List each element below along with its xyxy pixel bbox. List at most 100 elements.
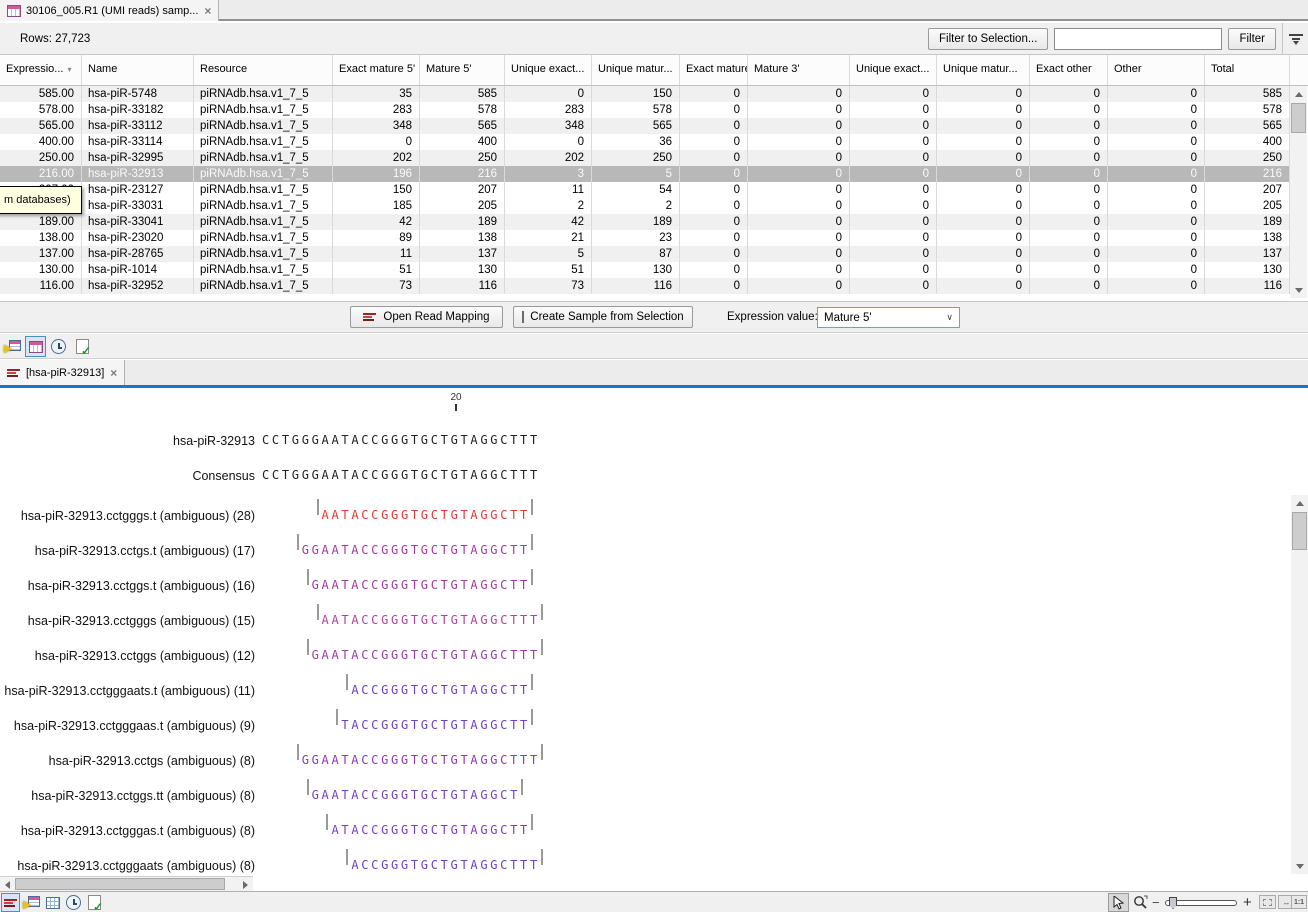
table-view-icon[interactable] xyxy=(43,893,62,912)
table-row[interactable]: 205.00hsa-piR-33031piRNAdb.hsa.v1_7_5185… xyxy=(0,198,1290,214)
table-row[interactable]: 189.00hsa-piR-33041piRNAdb.hsa.v1_7_5421… xyxy=(0,214,1290,230)
filter-input[interactable] xyxy=(1054,28,1222,50)
zoom-in-button[interactable]: + xyxy=(1243,894,1252,911)
scrollbar-thumb[interactable] xyxy=(15,878,225,890)
table-row[interactable]: 207.00hsa-piR-23127piRNAdb.hsa.v1_7_5150… xyxy=(0,182,1290,198)
table-row[interactable]: 400.00hsa-piR-33114piRNAdb.hsa.v1_7_5040… xyxy=(0,134,1290,150)
column-header[interactable]: Mature 5' xyxy=(420,55,505,85)
read-end-marker xyxy=(531,499,533,515)
table-row[interactable]: 138.00hsa-piR-23020piRNAdb.hsa.v1_7_5891… xyxy=(0,230,1290,246)
export-table-icon[interactable] xyxy=(22,893,41,912)
one-to-one-button[interactable]: 1:1 xyxy=(1291,895,1307,909)
read-row[interactable]: hsa-piR-32913.cctgggs.t (ambiguous) (28)… xyxy=(0,508,1290,524)
read-row[interactable]: hsa-piR-32913.cctgggaats.t (ambiguous) (… xyxy=(0,683,1290,699)
table-cell: 565 xyxy=(592,118,680,134)
scroll-left-icon[interactable] xyxy=(0,877,15,891)
create-sample-button[interactable]: Create Sample from Selection xyxy=(513,306,693,328)
table-view-icon[interactable] xyxy=(25,336,46,357)
open-read-mapping-button[interactable]: Open Read Mapping xyxy=(350,306,503,328)
close-icon[interactable]: × xyxy=(110,367,117,379)
table-cell: hsa-piR-33031 xyxy=(82,198,194,214)
scrollbar-thumb[interactable] xyxy=(1291,103,1306,133)
read-start-marker xyxy=(346,849,348,865)
column-header[interactable]: Name xyxy=(82,55,194,85)
table-row[interactable]: 130.00hsa-piR-1014piRNAdb.hsa.v1_7_55113… xyxy=(0,262,1290,278)
table-cell: piRNAdb.hsa.v1_7_5 xyxy=(194,134,333,150)
scroll-down-icon[interactable] xyxy=(1290,282,1307,298)
column-header[interactable]: Unique matur... xyxy=(937,55,1030,85)
close-icon[interactable]: × xyxy=(204,5,211,17)
read-row[interactable]: hsa-piR-32913.cctggs.tt (ambiguous) (8)G… xyxy=(0,788,1290,804)
read-row[interactable]: hsa-piR-32913.cctgs.t (ambiguous) (17)GG… xyxy=(0,543,1290,559)
table-vertical-scrollbar[interactable] xyxy=(1290,86,1307,298)
reference-row[interactable]: hsa-piR-32913 CCTGGGAATACCGGGTGCTGTAGGCT… xyxy=(0,433,1290,449)
table-cell: piRNAdb.hsa.v1_7_5 xyxy=(194,102,333,118)
expression-value-dropdown[interactable]: Mature 5' ∨ xyxy=(817,307,960,328)
column-header[interactable]: Mature 3' xyxy=(748,55,850,85)
column-header[interactable]: Unique exact... xyxy=(505,55,592,85)
table-cell: 51 xyxy=(333,262,420,278)
scroll-right-icon[interactable] xyxy=(238,877,253,891)
column-header[interactable]: Unique matur... xyxy=(592,55,680,85)
table-cell: 0 xyxy=(937,118,1030,134)
column-header[interactable]: Other xyxy=(1108,55,1205,85)
history-icon[interactable] xyxy=(48,336,69,357)
expression-table: 585.00hsa-piR-5748piRNAdb.hsa.v1_7_53558… xyxy=(0,86,1290,294)
scroll-up-icon[interactable] xyxy=(1291,495,1308,511)
read-row[interactable]: hsa-piR-32913.cctggs (ambiguous) (12)GAA… xyxy=(0,648,1290,664)
history-icon[interactable] xyxy=(64,893,83,912)
column-header[interactable]: Total xyxy=(1205,55,1290,85)
pointer-tool-button[interactable] xyxy=(1108,893,1129,912)
column-header[interactable]: Expressio...▾ xyxy=(0,55,82,85)
scrollbar-thumb[interactable] xyxy=(1292,512,1307,550)
read-row[interactable]: hsa-piR-32913.cctgggs (ambiguous) (15)AA… xyxy=(0,613,1290,629)
ruler-position-label: 20 xyxy=(443,392,469,403)
labels-horizontal-scrollbar[interactable] xyxy=(0,876,253,891)
read-row[interactable]: hsa-piR-32913.cctggs.t (ambiguous) (16)G… xyxy=(0,578,1290,594)
zoom-out-button[interactable]: − xyxy=(1152,895,1160,910)
column-header[interactable]: Exact other xyxy=(1030,55,1108,85)
reads-vertical-scrollbar[interactable] xyxy=(1291,495,1308,874)
filter-button[interactable]: Filter xyxy=(1228,28,1276,50)
table-row[interactable]: 578.00hsa-piR-33182piRNAdb.hsa.v1_7_5283… xyxy=(0,102,1290,118)
table-row[interactable]: 137.00hsa-piR-28765piRNAdb.hsa.v1_7_5111… xyxy=(0,246,1290,262)
element-info-icon[interactable]: ✓ xyxy=(85,893,104,912)
table-cell: 0 xyxy=(937,102,1030,118)
consensus-row[interactable]: Consensus CCTGGGAATACCGGGTGCTGTAGGCTTT xyxy=(0,468,1290,484)
table-cell: 250 xyxy=(1205,150,1290,166)
read-row[interactable]: hsa-piR-32913.cctgggaats (ambiguous) (8)… xyxy=(0,858,1290,874)
column-header[interactable]: Exact mature 3' xyxy=(680,55,748,85)
read-end-marker xyxy=(541,604,543,620)
read-row[interactable]: hsa-piR-32913.cctgs (ambiguous) (8)GGAAT… xyxy=(0,753,1290,769)
zoom-tool-button[interactable] xyxy=(1131,893,1150,912)
zoom-slider[interactable] xyxy=(1165,900,1237,906)
read-start-marker xyxy=(336,709,338,725)
element-info-icon[interactable]: ✓ xyxy=(72,336,93,357)
table-row[interactable]: 565.00hsa-piR-33112piRNAdb.hsa.v1_7_5348… xyxy=(0,118,1290,134)
table-cell: 400 xyxy=(420,134,505,150)
read-row[interactable]: hsa-piR-32913.cctgggas.t (ambiguous) (8)… xyxy=(0,823,1290,839)
table-cell: 0 xyxy=(937,214,1030,230)
zoom-slider-thumb[interactable] xyxy=(1169,897,1177,909)
table-row[interactable]: 250.00hsa-piR-32995piRNAdb.hsa.v1_7_5202… xyxy=(0,150,1290,166)
filter-to-selection-button[interactable]: Filter to Selection... xyxy=(928,28,1048,50)
table-cell: 250 xyxy=(592,150,680,166)
read-sequence: GAATACCGGGTGCTGTAGGCT xyxy=(312,788,520,802)
scroll-up-icon[interactable] xyxy=(1290,86,1307,102)
column-header[interactable]: Resource xyxy=(194,55,333,85)
export-table-icon[interactable] xyxy=(2,336,23,357)
read-row[interactable]: hsa-piR-32913.cctgggaas.t (ambiguous) (9… xyxy=(0,718,1290,734)
read-mapping-view-icon[interactable] xyxy=(1,893,20,912)
column-header[interactable]: Exact mature 5' xyxy=(333,55,420,85)
table-row[interactable]: 585.00hsa-piR-5748piRNAdb.hsa.v1_7_53558… xyxy=(0,86,1290,102)
column-header[interactable]: Unique exact... xyxy=(850,55,937,85)
table-cell: 116.00 xyxy=(0,278,82,294)
read-mapping-panel: 20 hsa-piR-32913 CCTGGGAATACCGGGTGCTGTAG… xyxy=(0,388,1308,891)
scroll-down-icon[interactable] xyxy=(1291,858,1308,874)
table-row[interactable]: 216.00hsa-piR-32913piRNAdb.hsa.v1_7_5196… xyxy=(0,166,1290,182)
fit-screen-button[interactable] xyxy=(1259,895,1276,909)
advanced-filter-toggle[interactable] xyxy=(1282,23,1308,55)
tab-sample-table[interactable]: 30106_005.R1 (UMI reads) samp... × xyxy=(0,0,219,21)
table-row[interactable]: 116.00hsa-piR-32952piRNAdb.hsa.v1_7_5731… xyxy=(0,278,1290,294)
tab-read-mapping[interactable]: [hsa-piR-32913] × xyxy=(0,360,125,385)
